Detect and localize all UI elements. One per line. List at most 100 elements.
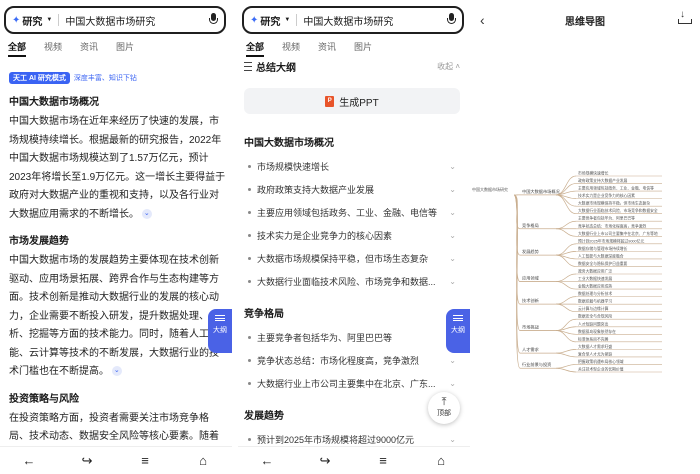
bullet-icon xyxy=(248,382,251,385)
outline-item-label: 技术实力是企业竞争力的核心因素 xyxy=(257,231,393,241)
tab-video[interactable]: 视频 xyxy=(282,40,300,53)
back-arrow-icon[interactable]: ← xyxy=(257,453,277,468)
home-icon[interactable]: ⌂ xyxy=(193,453,213,468)
mindmap-leaf-label[interactable]: 大数据行业上市公司主要集中在北京、广东等地 xyxy=(578,231,658,236)
section-heading: 投资策略与风险 xyxy=(9,393,79,405)
section-heading: 市场发展趋势 xyxy=(9,236,69,247)
mindmap-connector xyxy=(555,364,577,369)
outline-item-label: 预计到2025年市场规模将超过9000亿元 xyxy=(257,435,415,445)
tab-all[interactable]: 全部 xyxy=(246,40,265,57)
mindmap-connector xyxy=(513,194,521,369)
tab-news[interactable]: 资讯 xyxy=(80,40,98,53)
search-bar[interactable]: ✦ 研究 ▼ 中国大数据市场研究 xyxy=(4,6,226,34)
mindmap-leaf-label[interactable]: 市场规模快速增长 xyxy=(578,171,609,176)
mindmap-branch-label[interactable]: 中国大数据市场概况 xyxy=(522,188,561,195)
mindmap-branch-label[interactable]: 市场挑战 xyxy=(522,324,540,331)
outline-item[interactable]: 市场规模快速增长 ⌄ xyxy=(244,155,456,178)
back-to-top-button[interactable]: ⤒ 顶部 xyxy=(428,392,460,424)
outline-item[interactable]: 大数据行业面临技术风险、市场竞争和数据... ⌄ xyxy=(244,270,456,293)
outline-item[interactable]: 大数据行业上市公司主要集中在北京、广东... ⌄ xyxy=(244,372,456,395)
mindmap-leaf-label[interactable]: 人才短缺问题突出 xyxy=(578,321,609,326)
sparkle-icon: ✦ xyxy=(250,14,259,26)
outline-item-label: 大数据行业上市公司主要集中在北京、广东... xyxy=(257,379,436,389)
mindmap-leaf-label[interactable]: 标准体系尚不完善 xyxy=(578,336,609,341)
mindmap-leaf-label[interactable]: 数据挖掘与机器学习 xyxy=(578,299,612,304)
mindmap-leaf-label[interactable]: 把握政策机遇布局核心领域 xyxy=(578,359,624,364)
home-icon[interactable]: ⌂ xyxy=(431,453,451,468)
share-icon[interactable]: ↪ xyxy=(315,453,335,469)
outline-item[interactable]: 竞争状态总结：市场化程度高，竞争激烈 ⌄ xyxy=(244,349,456,372)
mindmap-leaf-label[interactable]: 大数据行业面临技术风险、市场竞争和数据安全 xyxy=(578,208,658,213)
mindmap-leaf-label[interactable]: 主要应用领域包括政务、工业、金融、电信等 xyxy=(578,186,654,191)
search-mode-dropdown[interactable]: ✦ 研究 ▼ xyxy=(250,13,290,28)
expand-icon[interactable]: ⌄ xyxy=(111,366,122,377)
mindmap-branch-label[interactable]: 应用领域 xyxy=(522,275,540,282)
mindmap-leaf-label[interactable]: 工业大数据快速发展 xyxy=(578,276,612,281)
mindmap-leaf-label[interactable]: 数据孤岛现象依然存在 xyxy=(578,329,616,334)
mindmap-leaf-label[interactable]: 人工智能与大数据深度融合 xyxy=(578,253,624,258)
mindmap-leaf-label[interactable]: 数据存储与管理市场持续增长 xyxy=(578,246,628,251)
outline-item[interactable]: 主要应用领域包括政务、工业、金融、电信等 ⌄ xyxy=(244,201,456,224)
outline-item[interactable]: 技术实力是企业竞争力的核心因素 ⌄ xyxy=(244,224,456,247)
collapse-button[interactable]: 收起 ˄ xyxy=(437,61,460,72)
mindmap-leaf-label[interactable]: 云计算与边缘计算 xyxy=(578,306,609,311)
mindmap-leaf-label[interactable]: 大数据人才需求旺盛 xyxy=(578,344,612,349)
mindmap-branch-label[interactable]: 行业前景与投资 xyxy=(522,361,551,368)
mindmap-branch-label[interactable]: 人才需求 xyxy=(522,346,540,353)
share-icon[interactable]: ↪ xyxy=(77,453,97,469)
mindmap-leaf-label[interactable]: 复合型人才尤为紧缺 xyxy=(578,351,612,356)
mindmap-branch-label[interactable]: 竞争格局 xyxy=(522,222,539,229)
bullet-icon xyxy=(248,211,251,214)
tab-all[interactable]: 全部 xyxy=(8,40,27,57)
mindmap-leaf-label[interactable]: 政府政策支持大数据产业发展 xyxy=(578,178,628,183)
search-mode-dropdown[interactable]: ✦ 研究 ▼ xyxy=(12,13,52,28)
outline-float-button[interactable]: 大纲 xyxy=(446,309,470,353)
ppt-icon: P xyxy=(325,95,335,107)
bullet-icon xyxy=(248,359,251,362)
sparkle-icon: ✦ xyxy=(12,14,21,26)
mindmap-leaf-label[interactable]: 竞争状态总结：市场化程度高，竞争激烈 xyxy=(578,223,647,228)
mindmap-leaf-label[interactable]: 技术实力是企业竞争力的核心因素 xyxy=(578,193,635,198)
microphone-icon[interactable] xyxy=(208,13,218,27)
outline-list: 中国大数据市场概况 市场规模快速增长 ⌄ 政府政策支持大数据产业发展 ⌄ 主要应用领域包括… xyxy=(244,128,456,451)
mindmap-leaf-label[interactable]: 政务大数据应用广泛 xyxy=(578,269,612,274)
outline-float-button[interactable]: 大纲 xyxy=(208,309,232,353)
outline-item-label: 大数据行业面临技术风险、市场竞争和数据... xyxy=(257,277,436,287)
microphone-icon[interactable] xyxy=(446,13,456,27)
generate-ppt-button[interactable]: P 生成PPT xyxy=(244,88,460,114)
mindmap-branch-label[interactable]: 技术创新 xyxy=(522,297,539,304)
outline-item[interactable]: 主要竞争者包括华为、阿里巴巴等⌄ xyxy=(244,326,456,349)
summary-header: 总结大纲 收起 ˄ xyxy=(244,59,460,74)
expand-icon[interactable]: ⌄ xyxy=(141,208,152,219)
tab-news[interactable]: 资讯 xyxy=(318,40,336,53)
mindmap-branch-label[interactable]: 发展趋势 xyxy=(522,248,540,255)
mindmap-leaf-label[interactable]: 数据处理与分析技术 xyxy=(578,291,612,296)
tab-images[interactable]: 图片 xyxy=(354,40,372,53)
chevron-down-icon: ⌄ xyxy=(449,231,456,240)
search-bar[interactable]: ✦ 研究 ▼ 中国大数据市场研究 xyxy=(242,6,464,34)
mindmap-panel: ‹ 思维导图 中国大数据市场研究中国大数据市场概况市场规模快速增长政府政策支持大… xyxy=(470,0,700,474)
bullet-icon xyxy=(248,188,251,191)
mindmap-leaf-label[interactable]: 主要竞争者包括华为、阿里巴巴等 xyxy=(578,216,635,221)
back-arrow-icon[interactable]: ← xyxy=(19,453,39,468)
mindmap-connector xyxy=(555,194,577,215)
mindmap-leaf-label[interactable]: 金融大数据应用成熟 xyxy=(578,284,612,289)
mindmap-leaf-label[interactable]: 大数据市场规模保持平稳，但市场生态复杂 xyxy=(578,201,650,206)
result-tabs: 全部 视频 资讯 图片 xyxy=(8,40,134,57)
tab-video[interactable]: 视频 xyxy=(44,40,62,53)
outline-item[interactable]: 政府政策支持大数据产业发展 ⌄ xyxy=(244,178,456,201)
outline-item-label: 主要应用领域包括政务、工业、金融、电信等 xyxy=(257,208,438,218)
tab-images[interactable]: 图片 xyxy=(116,40,134,53)
mindmap-leaf-label[interactable]: 数据安全与隐私保护日益重要 xyxy=(578,261,628,266)
mindmap-leaf-label[interactable]: 数据安全与合规风险 xyxy=(578,314,612,319)
outline-item[interactable]: 大数据市场规模保持平稳，但市场生态复杂 ⌄ xyxy=(244,247,456,270)
outline-label: 大纲 xyxy=(213,327,227,334)
search-input[interactable]: 中国大数据市场研究 xyxy=(303,13,446,28)
mindmap-leaf-label[interactable]: 关注技术型企业的长期价值 xyxy=(578,367,624,372)
menu-icon[interactable]: ≡ xyxy=(135,453,155,468)
caret-down-icon: ▼ xyxy=(46,17,53,23)
search-input[interactable]: 中国大数据市场研究 xyxy=(65,13,208,28)
mindmap-leaf-label[interactable]: 预计到2025年市场规模将超过9000亿元 xyxy=(578,238,644,243)
menu-icon[interactable]: ≡ xyxy=(373,453,393,468)
bottom-nav: ← ↪ ≡ ⌂ xyxy=(0,446,232,474)
